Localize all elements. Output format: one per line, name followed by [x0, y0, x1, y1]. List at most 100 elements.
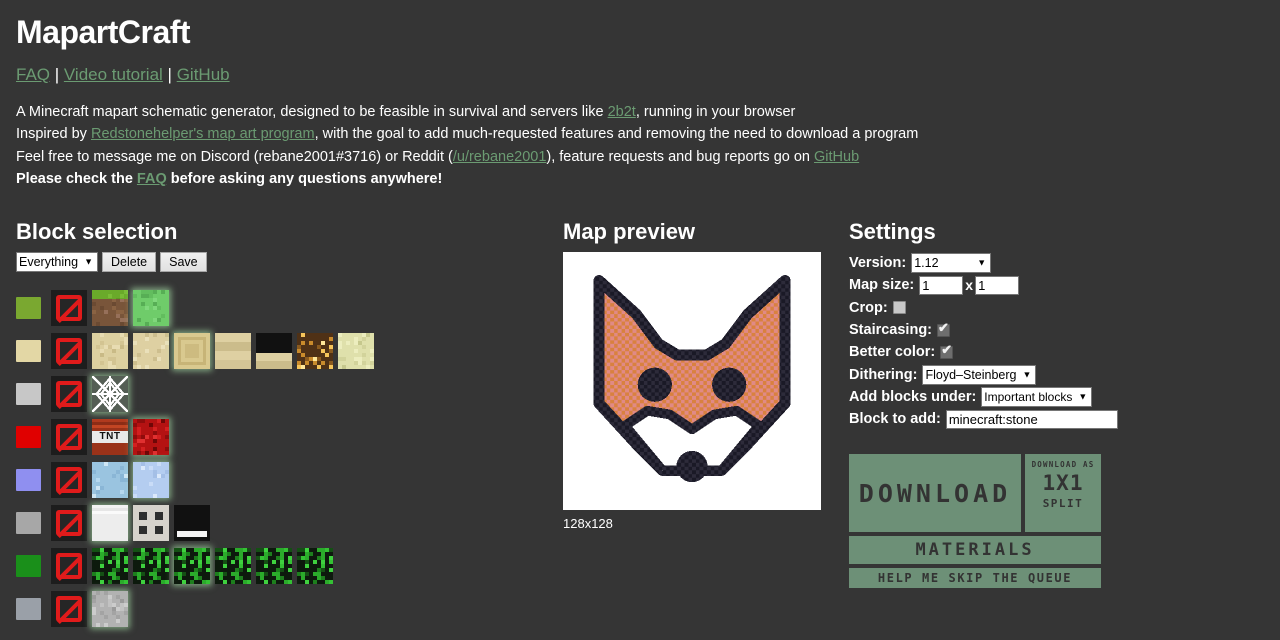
blocks-under-select[interactable]: Important blocks [981, 386, 1093, 407]
no-block-icon [56, 380, 82, 407]
save-button[interactable]: Save [160, 252, 207, 272]
block-option-redstone-block[interactable] [133, 418, 169, 455]
no-block-icon [56, 595, 82, 622]
block-option-none[interactable] [51, 289, 87, 326]
crop-label: Crop: [849, 299, 888, 316]
block-option-sandstone[interactable] [133, 332, 169, 369]
download-as-split-button[interactable]: DOWNLOAD AS 1X1 SPLIT [1025, 454, 1101, 533]
setting-version-row: Version: 1.12 ▼ [849, 252, 1269, 274]
setting-better-color-row: Better color: [849, 341, 1269, 363]
description-line-1: A Minecraft mapart schematic generator, … [16, 101, 1264, 123]
download-row: DOWNLOAD DOWNLOAD AS 1X1 SPLIT [849, 454, 1101, 533]
download-button[interactable]: DOWNLOAD [849, 454, 1021, 533]
block-option-stone[interactable] [92, 590, 128, 627]
block-option-none[interactable] [51, 461, 87, 498]
block-row [16, 587, 546, 630]
blocks-under-label: Add blocks under: [849, 388, 977, 405]
block-row-color-swatch [16, 554, 41, 577]
better-color-checkbox[interactable] [940, 343, 954, 359]
block-option-spruce-leaves[interactable] [133, 547, 169, 584]
block-row-color-swatch [16, 382, 41, 405]
version-select-wrapper[interactable]: 1.12 ▼ [911, 253, 992, 274]
staircasing-label: Staircasing: [849, 322, 932, 339]
link-reddit-user[interactable]: /u/rebane2001 [453, 149, 547, 165]
block-option-none[interactable] [51, 375, 87, 412]
block-option-acacia-leaves[interactable] [256, 547, 292, 584]
preset-select[interactable]: Everything [16, 252, 98, 272]
dithering-label: Dithering: [849, 366, 918, 383]
desc-4b: before asking any questions anywhere! [166, 170, 443, 187]
link-faq[interactable]: FAQ [16, 65, 50, 84]
block-option-none[interactable] [51, 418, 87, 455]
block-option-end-stone[interactable] [338, 332, 374, 369]
block-row-color-swatch [16, 511, 41, 534]
block-option-none[interactable] [51, 332, 87, 369]
desc-4a: Please check the [16, 170, 137, 187]
block-option-grass-block[interactable] [92, 289, 128, 326]
blocks-under-select-wrapper[interactable]: Important blocks ▼ [981, 386, 1093, 407]
settings-title: Settings [849, 219, 936, 244]
version-label: Version: [849, 255, 907, 272]
preset-select-wrapper[interactable]: Everything ▼ [16, 252, 98, 272]
block-option-ice[interactable] [92, 461, 128, 498]
map-preview-image[interactable] [563, 252, 821, 510]
nav-separator-2: | [162, 65, 177, 84]
skip-queue-button[interactable]: HELP ME SKIP THE QUEUE [849, 568, 1101, 589]
block-option-white-concrete[interactable] [92, 504, 128, 541]
nav-separator-1: | [50, 65, 64, 84]
link-video-tutorial[interactable]: Video tutorial [64, 65, 163, 84]
block-grid: TNT [16, 286, 546, 630]
block-option-birch-leaves[interactable] [174, 547, 210, 584]
map-width-input[interactable] [919, 275, 964, 295]
link-github[interactable]: GitHub [177, 65, 230, 84]
block-option-snow-slab[interactable] [174, 504, 210, 541]
actions-panel: DOWNLOAD DOWNLOAD AS 1X1 SPLIT MATERIALS… [849, 454, 1101, 589]
block-row: TNT [16, 415, 546, 458]
block-option-none[interactable] [51, 547, 87, 584]
link-redstonehelper[interactable]: Redstonehelper's map art program [91, 126, 315, 142]
settings-panel: Settings Version: 1.12 ▼ Map size: x [849, 218, 1269, 589]
materials-button[interactable]: MATERIALS [849, 536, 1101, 565]
block-option-jungle-leaves[interactable] [215, 547, 251, 584]
map-height-input[interactable] [975, 275, 1020, 295]
setting-staircasing-row: Staircasing: [849, 319, 1269, 341]
block-row [16, 372, 546, 415]
block-option-none[interactable] [51, 504, 87, 541]
description-block: A Minecraft mapart schematic generator, … [16, 101, 1264, 190]
dithering-select[interactable]: Floyd–Steinberg [922, 364, 1037, 385]
block-to-add-label: Block to add: [849, 411, 941, 428]
block-selection-panel: Block selection Everything ▼ Delete Save… [16, 218, 546, 630]
link-github-issues[interactable]: GitHub [814, 149, 859, 165]
block-option-sand[interactable] [92, 332, 128, 369]
block-option-cut-sandstone[interactable] [215, 332, 251, 369]
block-option-sandstone-slab[interactable] [256, 332, 292, 369]
block-option-chiseled-sandstone[interactable] [174, 332, 210, 369]
block-option-glowstone[interactable] [297, 332, 333, 369]
block-to-add-input[interactable] [945, 409, 1118, 429]
block-option-slime-block[interactable] [133, 289, 169, 326]
desc-1a: A Minecraft mapart schematic generator, … [16, 104, 608, 120]
block-option-packed-ice[interactable] [133, 461, 169, 498]
block-row-color-swatch [16, 425, 41, 448]
version-select[interactable]: 1.12 [911, 253, 992, 274]
block-row-color-swatch [16, 339, 41, 362]
description-line-2: Inspired by Redstonehelper's map art pro… [16, 123, 1264, 145]
block-option-oak-leaves[interactable] [92, 547, 128, 584]
block-row-color-swatch [16, 597, 41, 620]
block-option-dark-oak-leaves[interactable] [297, 547, 333, 584]
block-option-none[interactable] [51, 590, 87, 627]
crop-checkbox[interactable] [892, 301, 906, 315]
block-option-cobweb[interactable] [92, 375, 128, 412]
dithering-select-wrapper[interactable]: Floyd–Steinberg ▼ [922, 364, 1037, 385]
link-2b2t[interactable]: 2b2t [608, 104, 636, 120]
staircasing-checkbox[interactable] [937, 321, 950, 337]
block-option-tnt[interactable]: TNT [92, 418, 128, 455]
block-option-white-stained-terracotta[interactable] [133, 504, 169, 541]
map-preview-panel: Map preview 128x128 [563, 218, 833, 531]
delete-button[interactable]: Delete [102, 252, 157, 272]
no-block-icon [56, 294, 82, 321]
setting-mapsize-row: Map size: x [849, 274, 1269, 296]
desc-2b: , with the goal to add much-requested fe… [314, 126, 919, 143]
link-faq-inline[interactable]: FAQ [137, 171, 167, 187]
split-sublabel: SPLIT [1042, 497, 1084, 511]
